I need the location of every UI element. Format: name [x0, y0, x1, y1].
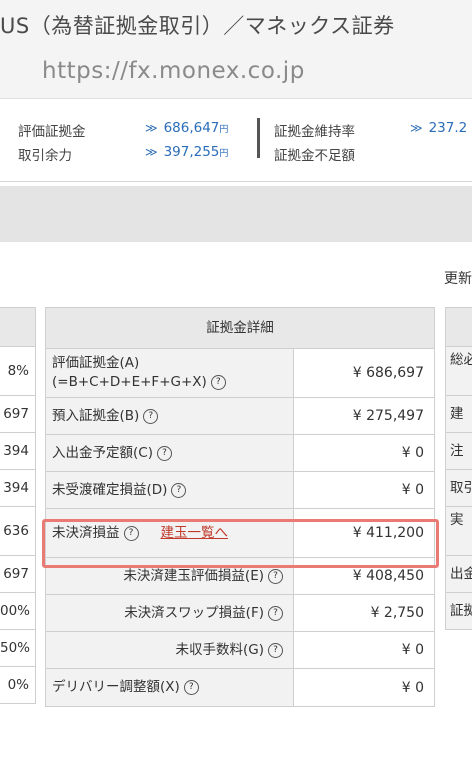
chevron-down-icon: ≫ — [145, 145, 158, 159]
highlight-box — [42, 519, 439, 568]
row-label: 未決済スワップ損益(F)? — [46, 595, 294, 631]
maint-rate-label: 証拠金維持率 — [274, 124, 355, 140]
row-label: 入出金予定額(C)? — [46, 435, 294, 471]
eval-margin-label: 評価証拠金 — [18, 124, 86, 140]
table-cell: 394 — [0, 433, 36, 470]
maint-rate-value[interactable]: ≫ 237.2 — [410, 120, 467, 136]
table-cell: 697 — [0, 396, 36, 433]
table-cell: 50% — [0, 630, 36, 667]
currency-unit: 円 — [219, 125, 229, 135]
table-title: 証拠金詳細 — [46, 308, 434, 349]
browser-header: US（為替証拠金取引）／マネックス証券 https://fx.monex.co.… — [0, 0, 472, 99]
table-cell: 注 — [445, 433, 472, 470]
row-value: ¥ 0 — [401, 445, 424, 461]
help-icon[interactable]: ? — [183, 680, 199, 695]
table-cell: 636 — [0, 507, 36, 556]
help-icon[interactable]: ? — [143, 408, 159, 424]
page-url[interactable]: https://fx.monex.co.jp — [42, 58, 305, 84]
table-row: 預入証拠金(B)? ¥ 275,497 — [46, 398, 434, 435]
table-cell: 0% — [0, 667, 36, 704]
table-cell: 697 — [0, 556, 36, 593]
table-cell: 00% — [0, 593, 36, 630]
help-icon[interactable]: ? — [268, 568, 283, 584]
table-cell: 出金 — [445, 556, 472, 593]
table-cell: 8% — [0, 347, 36, 396]
table-cell: 総必 i2) — [445, 347, 472, 396]
help-icon[interactable]: ? — [156, 445, 172, 461]
available-label: 取引余力 — [18, 148, 72, 164]
available-value[interactable]: ≫ 397,255円 — [145, 144, 228, 160]
table-row: 評価証拠金(A)(=B+C+D+E+F+G+X)? ¥ 686,697 — [46, 349, 434, 398]
row-label: 未受渡確定損益(D)? — [46, 472, 294, 508]
table-row: 未収手数料(G)? ¥ 0 — [46, 632, 434, 669]
chevron-down-icon: ≫ — [145, 121, 158, 135]
table-row: デリバリー調整額(X)? ¥ 0 — [46, 669, 434, 706]
help-icon[interactable]: ? — [171, 482, 187, 498]
help-icon[interactable]: ? — [210, 374, 226, 390]
table-row: 未受渡確定損益(D)? ¥ 0 — [46, 472, 434, 509]
gray-band — [0, 186, 472, 242]
margin-detail-table: 証拠金詳細 評価証拠金(A)(=B+C+D+E+F+G+X)? ¥ 686,69… — [45, 307, 435, 707]
row-value: ¥ 2,750 — [370, 605, 424, 621]
help-icon[interactable]: ? — [268, 642, 283, 658]
table-cell: 394 — [0, 470, 36, 507]
page-title: US（為替証拠金取引）／マネックス証券 — [0, 14, 395, 38]
shortfall-label: 証拠金不足額 — [274, 148, 355, 164]
table-cell: 建 — [445, 396, 472, 433]
table-cell: 実 — [445, 507, 472, 556]
update-label[interactable]: 更新 — [444, 268, 472, 288]
row-label: 未収手数料(G)? — [46, 632, 294, 668]
row-value: ¥ 0 — [401, 482, 424, 498]
table-row: 入出金予定額(C)? ¥ 0 — [46, 435, 434, 472]
left-table-partial: 8% 697 394 394 636 697 00% 50% 0% — [0, 307, 36, 704]
table-header — [445, 307, 472, 347]
row-label: 預入証拠金(B)? — [46, 398, 294, 434]
table-cell: 取引 — [445, 470, 472, 507]
row-value: ¥ 0 — [401, 642, 424, 658]
currency-unit: 円 — [219, 149, 229, 159]
table-cell: 証拠 — [445, 593, 472, 630]
row-value: ¥ 0 — [401, 679, 424, 696]
chevron-down-icon: ≫ — [410, 121, 423, 135]
row-label: デリバリー調整額(X)? — [46, 669, 294, 706]
table-row: 未決済スワップ損益(F)? ¥ 2,750 — [46, 595, 434, 632]
row-value: ¥ 275,497 — [352, 408, 424, 424]
table-header — [0, 307, 36, 347]
right-table-partial: 総必 i2) 建 注 取引 実 出金 証拠 — [445, 307, 472, 630]
account-summary: 評価証拠金 ≫ 686,647円 取引余力 ≫ 397,255円 証拠金維持率 ≫ 2… — [0, 99, 472, 182]
row-label: 評価証拠金(A)(=B+C+D+E+F+G+X)? — [46, 349, 294, 397]
help-icon[interactable]: ? — [268, 605, 283, 621]
summary-divider — [257, 118, 260, 158]
eval-margin-value[interactable]: ≫ 686,647円 — [145, 120, 228, 136]
row-value: ¥ 686,697 — [352, 365, 424, 381]
